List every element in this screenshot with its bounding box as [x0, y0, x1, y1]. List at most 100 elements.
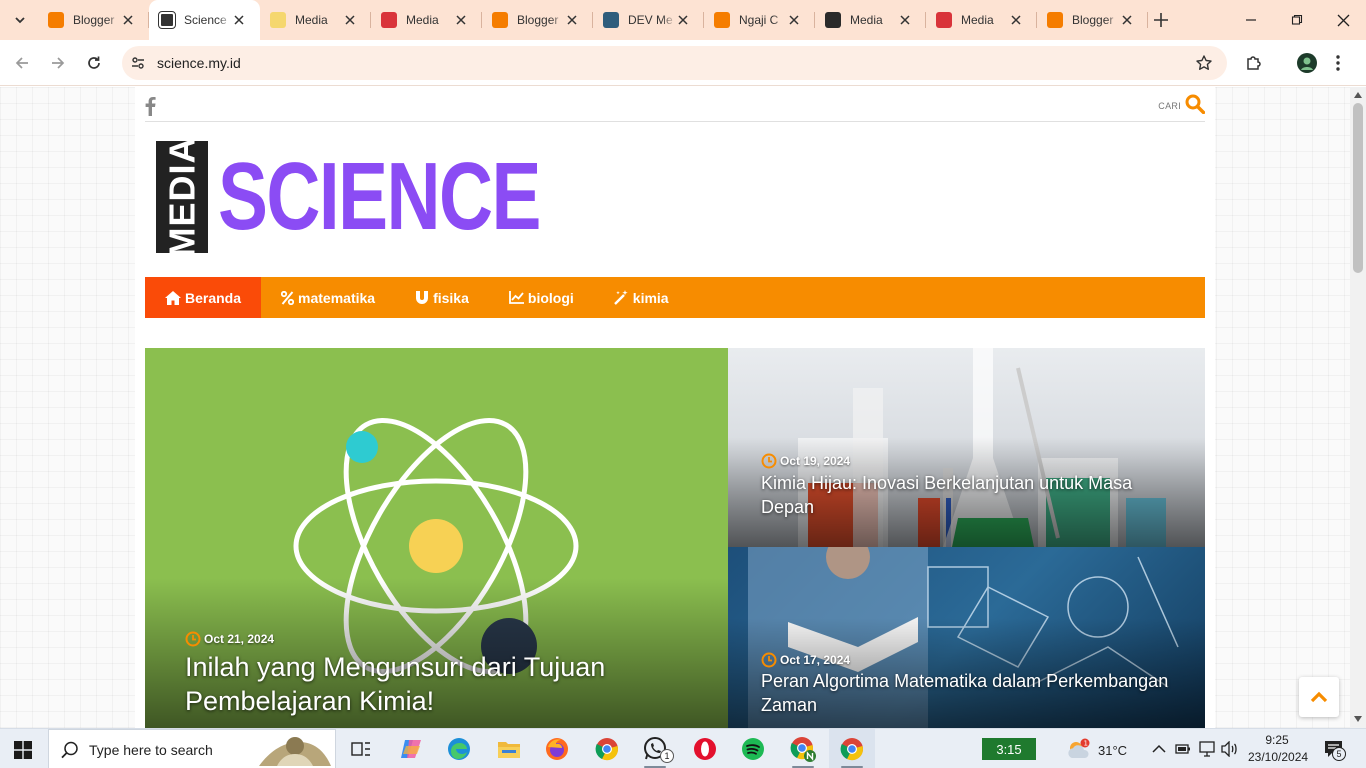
media-icon — [270, 12, 286, 28]
post-title[interactable]: Inilah yang Mengunsuri dari Tujuan Pembe… — [185, 650, 685, 718]
nav-item-matematika[interactable]: matematika — [261, 277, 395, 318]
site-logo[interactable]: MEDIA SCIENCE — [156, 137, 631, 258]
close-icon[interactable] — [565, 13, 579, 27]
clock-icon — [185, 631, 201, 647]
browser-tab[interactable]: Ngaji C — [704, 0, 815, 40]
media-red-icon — [936, 12, 952, 28]
notification-center-button[interactable]: 5 — [1324, 739, 1346, 761]
firefox-icon — [546, 738, 568, 760]
close-icon[interactable] — [232, 13, 246, 27]
close-icon[interactable] — [343, 13, 357, 27]
weather-widget[interactable]: 1 31°C — [1066, 738, 1127, 762]
spotify-taskbar-button[interactable] — [730, 729, 776, 768]
post-title[interactable]: Peran Algortima Matematika dalam Perkemb… — [761, 669, 1171, 717]
star-bookmark-icon[interactable] — [1195, 54, 1213, 72]
site-settings-icon[interactable] — [130, 55, 146, 71]
nav-label: matematika — [298, 289, 376, 306]
folder-icon — [498, 742, 520, 758]
browser-tab[interactable]: Blogger — [482, 0, 593, 40]
task-view-button[interactable] — [338, 729, 384, 768]
blogger-icon — [1047, 12, 1063, 28]
browser-tab-strip: Blogger Science Media Media Blogger DEV … — [0, 0, 1366, 40]
browser-tab[interactable]: Media — [815, 0, 926, 40]
chrome-taskbar-button[interactable] — [584, 729, 630, 768]
browser-tab[interactable]: DEV Me — [593, 0, 704, 40]
close-window-button[interactable] — [1320, 0, 1366, 40]
tab-title: DEV Me — [628, 13, 673, 27]
dev-icon — [603, 12, 619, 28]
edge-taskbar-button[interactable] — [436, 729, 482, 768]
reload-icon — [88, 56, 100, 69]
profile-avatar[interactable] — [1295, 51, 1319, 75]
search-placeholder: Type here to search — [89, 742, 213, 758]
chrome-active-taskbar-button[interactable] — [829, 729, 875, 768]
tab-search-button[interactable] — [8, 8, 32, 32]
blogger-icon — [48, 12, 64, 28]
back-to-top-button[interactable] — [1299, 677, 1339, 717]
browser-menu-button[interactable] — [1326, 51, 1350, 75]
post-title[interactable]: Kimia Hijau: Inovasi Berkelanjutan untuk… — [761, 471, 1171, 519]
scroll-down-arrow-icon[interactable] — [1354, 716, 1362, 722]
chevron-up-icon[interactable] — [1152, 744, 1166, 754]
close-icon[interactable] — [787, 13, 801, 27]
browser-tab[interactable]: Media — [371, 0, 482, 40]
page-scrollbar[interactable] — [1350, 87, 1366, 728]
featured-card-matematika[interactable]: Oct 17, 2024 Peran Algortima Matematika … — [728, 547, 1205, 728]
taskbar-search-box[interactable]: Type here to search — [48, 729, 336, 768]
chevron-up-icon — [1310, 691, 1328, 703]
system-clock[interactable]: 9:25 23/10/2024 — [1248, 732, 1309, 766]
featured-card-kimia[interactable]: Oct 19, 2024 Kimia Hijau: Inovasi Berkel… — [728, 348, 1205, 547]
forward-button[interactable] — [46, 51, 70, 75]
file-explorer-button[interactable] — [486, 729, 532, 768]
battery-icon[interactable] — [1175, 743, 1191, 755]
science-logo-icon — [158, 11, 176, 29]
clock-date: 23/10/2024 — [1248, 750, 1309, 764]
minimize-button[interactable] — [1228, 0, 1274, 40]
spotify-icon — [742, 738, 764, 760]
close-icon[interactable] — [898, 13, 912, 27]
browser-tab[interactable]: Media — [926, 0, 1037, 40]
chrome-profile-icon — [790, 737, 816, 762]
firefox-taskbar-button[interactable] — [534, 729, 580, 768]
timer-widget[interactable]: 3:15 — [982, 738, 1036, 760]
volume-icon[interactable] — [1221, 741, 1239, 757]
network-icon[interactable] — [1198, 741, 1216, 757]
magic-wand-icon — [613, 290, 628, 305]
line-chart-icon — [508, 291, 524, 304]
close-icon[interactable] — [454, 13, 468, 27]
blogger-icon — [714, 12, 730, 28]
search-toggle[interactable]: CARI — [1158, 94, 1205, 114]
whatsapp-taskbar-button[interactable]: 1 — [632, 729, 678, 768]
extensions-button[interactable] — [1242, 51, 1266, 75]
browser-tab[interactable]: Blogger — [1037, 0, 1148, 40]
copilot-button[interactable] — [388, 729, 434, 768]
new-tab-plus-icon[interactable] — [1151, 10, 1171, 30]
close-icon[interactable] — [676, 13, 690, 27]
opera-taskbar-button[interactable] — [682, 729, 728, 768]
browser-tab[interactable]: Blogger — [38, 0, 149, 40]
nav-item-beranda[interactable]: Beranda — [145, 277, 262, 318]
back-button[interactable] — [10, 51, 34, 75]
facebook-icon[interactable] — [145, 97, 156, 116]
scrollbar-thumb[interactable] — [1353, 103, 1363, 273]
restore-button[interactable] — [1274, 0, 1320, 40]
reload-button[interactable] — [82, 51, 106, 75]
nav-item-biologi[interactable]: biologi — [489, 277, 594, 318]
browser-tab[interactable]: Media — [260, 0, 371, 40]
task-view-icon — [351, 742, 370, 756]
close-icon[interactable] — [1120, 13, 1134, 27]
copilot-icon — [401, 740, 421, 758]
kebab-menu-icon — [1336, 55, 1340, 71]
nav-item-fisika[interactable]: fisika — [395, 277, 489, 318]
windows-start-icon[interactable] — [14, 741, 32, 759]
close-icon[interactable] — [121, 13, 135, 27]
address-bar[interactable]: science.my.id — [122, 46, 1227, 80]
close-icon[interactable] — [1009, 13, 1023, 27]
post-meta: Oct 17, 2024 — [761, 652, 850, 668]
featured-card-main[interactable]: Oct 21, 2024 Inilah yang Mengunsuri dari… — [145, 348, 728, 728]
browser-tab-active[interactable]: Science — [149, 0, 260, 40]
nav-item-kimia[interactable]: kimia — [594, 277, 689, 318]
chrome-profile-taskbar-button[interactable] — [780, 729, 826, 768]
scroll-up-arrow-icon[interactable] — [1354, 92, 1362, 98]
url-text[interactable]: science.my.id — [157, 55, 241, 71]
